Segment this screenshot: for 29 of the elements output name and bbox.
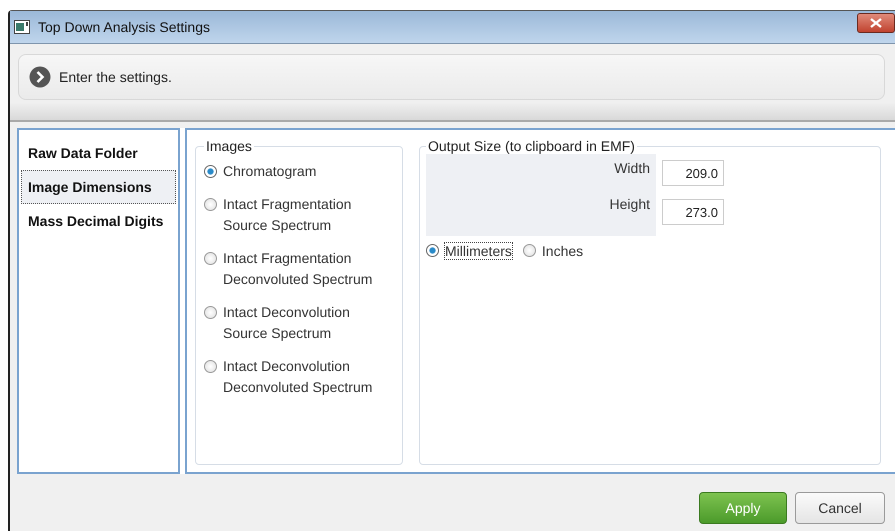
radio-button[interactable] (204, 306, 217, 319)
group-legend: Output Size (to clipboard in EMF) (426, 138, 637, 154)
instruction-text: Enter the settings. (59, 69, 172, 85)
close-button[interactable] (857, 13, 895, 33)
radio-button[interactable] (204, 165, 217, 178)
number-field[interactable]: 273.0 (662, 199, 724, 225)
arrow-right-icon (29, 66, 51, 88)
cancel-button[interactable]: Cancel (795, 492, 885, 524)
radio-option[interactable]: Intact Fragmentation Source Spectrum (204, 194, 394, 236)
radio-button[interactable] (204, 252, 217, 265)
radio-button[interactable] (426, 244, 439, 257)
radio-button[interactable] (204, 198, 217, 211)
radio-option[interactable]: Intact Deconvolution Source Spectrum (204, 302, 394, 344)
close-icon (870, 18, 882, 28)
radio-option[interactable]: Intact Deconvolution Deconvoluted Spectrum (204, 356, 394, 398)
field-label: Height (610, 196, 650, 212)
group-legend: Images (204, 138, 254, 154)
window-icon (14, 20, 30, 34)
radio-button[interactable] (522, 244, 536, 257)
radio-option[interactable]: Intact Fragmentation Deconvoluted Spectrum (204, 248, 394, 290)
sidebar-item[interactable]: Raw Data Folder (21, 136, 176, 170)
radio-option[interactable]: Chromatogram (204, 161, 394, 182)
sidebar-item[interactable]: Mass Decimal Digits (21, 204, 176, 238)
radio-option[interactable]: Inches (522, 242, 584, 260)
window-title: Top Down Analysis Settings (38, 19, 211, 35)
field-label: Width (614, 160, 650, 176)
radio-button[interactable] (204, 360, 217, 373)
number-field[interactable]: 209.0 (662, 160, 724, 186)
sidebar-item[interactable]: Image Dimensions (21, 170, 176, 204)
